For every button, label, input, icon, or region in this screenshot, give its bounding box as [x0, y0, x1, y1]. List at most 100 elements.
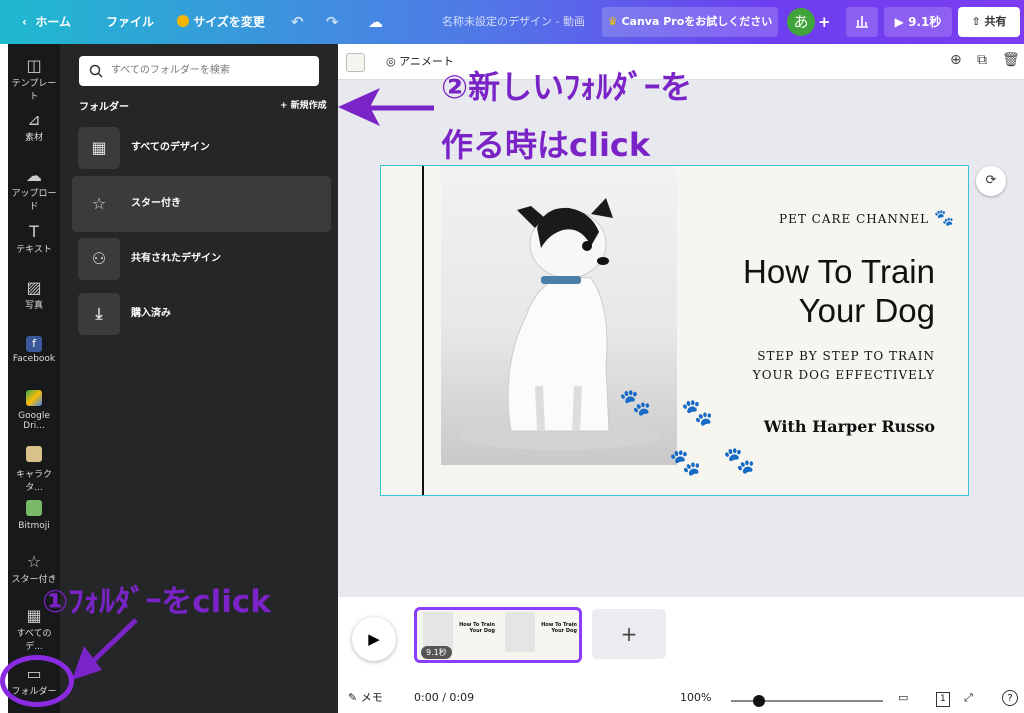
- help-button[interactable]: ?: [1002, 679, 1018, 713]
- present-button[interactable]: ▶ 9.1秒: [884, 7, 952, 37]
- crown-icon: [177, 15, 189, 27]
- clip-duration-badge: 9.1秒: [421, 646, 452, 659]
- play-icon: ▶: [368, 630, 380, 648]
- add-member-button[interactable]: +: [818, 0, 831, 44]
- share-label: 共有: [984, 15, 1007, 28]
- folders-heading: フォルダー: [79, 102, 129, 113]
- folder-item-purchased[interactable]: ⤓ 購入済み: [72, 286, 331, 342]
- divider-line: [422, 166, 424, 495]
- undo-icon[interactable]: ↶: [291, 0, 304, 44]
- resize-button[interactable]: サイズを変更: [177, 0, 265, 44]
- folder-highlight-circle: [0, 655, 74, 707]
- text-icon: T: [29, 222, 39, 241]
- try-pro-label: Canva Proをお試しください: [621, 15, 773, 28]
- rail-item-photo[interactable]: ▨ 写真: [8, 278, 60, 311]
- help-icon: ?: [1002, 690, 1018, 706]
- folder-item-shared[interactable]: ⚇ 共有されたデザイン: [72, 231, 331, 287]
- timeline-clip[interactable]: How To Train Your Dog How To Train Your Do…: [414, 607, 582, 663]
- notes-button[interactable]: ✎ メモ: [348, 679, 383, 713]
- rail-item-character[interactable]: キャラクタ...: [8, 444, 60, 493]
- play-button[interactable]: ▶: [352, 617, 396, 661]
- bar-chart-icon: [856, 16, 868, 28]
- grid-view-icon[interactable]: ▭: [898, 679, 908, 713]
- annotation-step2-line1: ②新しいﾌｫﾙﾀﾞｰを: [441, 68, 693, 106]
- dog-photo[interactable]: [441, 166, 677, 465]
- paw-print-icon: 🐾: [681, 398, 714, 428]
- add-page-icon[interactable]: ⊕: [950, 52, 962, 68]
- redo-icon[interactable]: ↷: [326, 0, 339, 44]
- home-button[interactable]: ‹ ホーム: [22, 0, 71, 44]
- home-label: ホーム: [35, 15, 71, 29]
- author-text[interactable]: With Harper Russo: [764, 417, 935, 436]
- rail-item-text[interactable]: T テキスト: [8, 222, 60, 255]
- star-icon: ☆: [26, 552, 42, 571]
- clip-thumbnail: How To Train Your Dog: [501, 610, 579, 660]
- elements-icon: ⊿: [27, 110, 41, 129]
- template-icon: ◫: [26, 56, 42, 75]
- folder-search-input[interactable]: すべてのフォルダーを検索: [79, 56, 319, 86]
- search-placeholder: すべてのフォルダーを検索: [111, 65, 230, 76]
- cloud-saved-icon[interactable]: ☁: [368, 0, 383, 44]
- fullscreen-icon[interactable]: ⤢: [964, 679, 973, 713]
- page-count-button[interactable]: 1: [936, 679, 950, 713]
- google-drive-icon: [26, 390, 42, 406]
- thumb-photo: [505, 612, 535, 652]
- avatar[interactable]: あ: [787, 8, 815, 36]
- thumb-title: How To Train Your Dog: [459, 622, 495, 634]
- rail-item-elements[interactable]: ⊿ 素材: [8, 110, 60, 143]
- upload-icon: ☁: [26, 166, 42, 185]
- share-icon: ⇧: [971, 15, 981, 28]
- paw-print-icon: 🐾: [723, 446, 756, 476]
- page-icon: 1: [936, 692, 950, 707]
- new-folder-button[interactable]: + 新規作成: [280, 98, 327, 111]
- paw-print-icon: 🐾: [619, 388, 652, 418]
- chevron-left-icon: ‹: [22, 15, 27, 29]
- share-button[interactable]: ⇧ 共有: [958, 7, 1020, 37]
- analytics-button[interactable]: [846, 7, 878, 37]
- delete-page-icon[interactable]: 🗑: [1002, 52, 1020, 68]
- design-title-text[interactable]: How To Train Your Dog: [743, 252, 935, 330]
- present-duration: 9.1秒: [908, 15, 942, 29]
- try-pro-button[interactable]: ♛ Canva Proをお試しください: [602, 7, 778, 37]
- resize-label: サイズを変更: [193, 15, 265, 29]
- rail-item-bitmoji[interactable]: Bitmoji: [8, 498, 60, 531]
- thumb-title: How To Train Your Dog: [541, 622, 577, 634]
- rail-item-template[interactable]: ◫ テンプレート: [8, 56, 60, 102]
- download-icon: ⤓: [78, 293, 120, 335]
- channel-name[interactable]: PET CARE CHANNEL 🐾: [779, 208, 955, 227]
- paw-icon: 🐾: [933, 208, 955, 227]
- file-menu[interactable]: ファイル: [106, 0, 154, 44]
- bottom-bar: ✎ メモ 0:00 / 0:09 100% ▭ 1 ⤢ ?: [338, 679, 1024, 713]
- zoom-slider-knob[interactable]: [753, 695, 765, 707]
- shared-users-icon: ⚇: [78, 238, 120, 280]
- grid-icon: ▦: [78, 127, 120, 169]
- zoom-level: 100%: [680, 691, 712, 704]
- design-subtitle-text[interactable]: STEP BY STEP TO TRAIN YOUR DOG EFFECTIVE…: [753, 347, 935, 385]
- play-icon: ▶: [894, 15, 904, 29]
- facebook-icon: f: [26, 336, 42, 352]
- character-icon: [26, 446, 42, 462]
- rail-item-upload[interactable]: ☁ アップロード: [8, 166, 60, 212]
- rail-item-facebook[interactable]: f Facebook: [8, 334, 60, 364]
- add-page-button[interactable]: +: [592, 609, 666, 659]
- star-icon: ☆: [78, 183, 120, 225]
- notes-icon: ✎: [348, 691, 358, 704]
- dog-illustration: [459, 198, 659, 450]
- folder-item-starred[interactable]: ☆ スター付き: [72, 176, 331, 232]
- duplicate-page-icon[interactable]: ⧉: [977, 52, 987, 68]
- paw-print-icon: 🐾: [669, 448, 702, 478]
- annotation-step2-line2: 作る時はclick: [441, 126, 651, 164]
- arrow-to-new-folder-icon: [338, 88, 434, 126]
- search-icon: [89, 64, 103, 78]
- design-page[interactable]: PET CARE CHANNEL 🐾 How To Train Your Dog…: [380, 165, 969, 496]
- bitmoji-icon: [26, 500, 42, 516]
- rail-item-google-drive[interactable]: Google Dri...: [8, 388, 60, 431]
- folder-item-all-designs[interactable]: ▦ すべてのデザイン: [72, 120, 331, 176]
- animate-icon: ◎: [386, 55, 396, 68]
- photo-icon: ▨: [26, 278, 42, 297]
- background-color-swatch[interactable]: [346, 53, 365, 72]
- time-display: 0:00 / 0:09: [414, 691, 475, 704]
- timeline: ▶ How To Train Your Dog How To Train Your …: [338, 597, 1024, 679]
- magic-refresh-icon[interactable]: ⟳: [976, 166, 1006, 196]
- design-title[interactable]: 名称未設定のデザイン - 動画: [442, 0, 585, 44]
